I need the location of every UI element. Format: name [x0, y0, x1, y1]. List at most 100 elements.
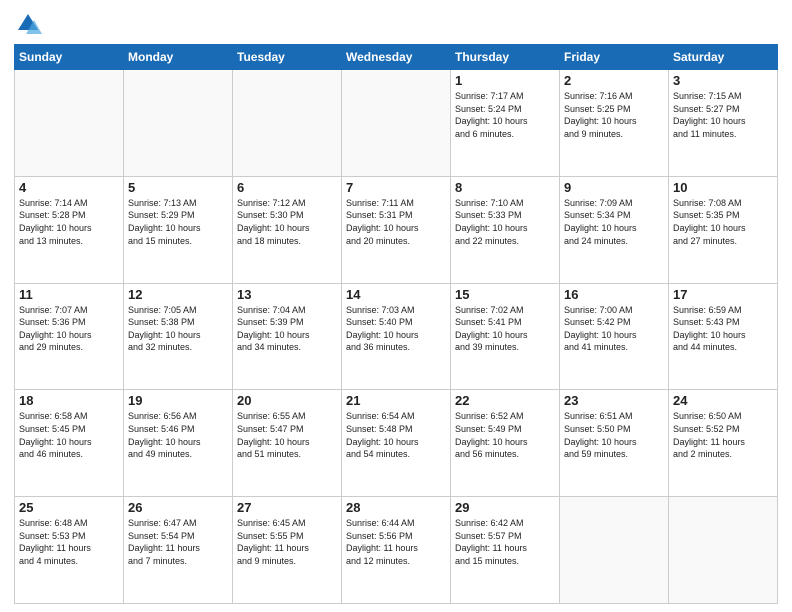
day-info: Sunrise: 7:08 AM Sunset: 5:35 PM Dayligh… [673, 197, 773, 247]
day-info: Sunrise: 7:07 AM Sunset: 5:36 PM Dayligh… [19, 304, 119, 354]
weekday-header-saturday: Saturday [669, 45, 778, 70]
day-info: Sunrise: 6:51 AM Sunset: 5:50 PM Dayligh… [564, 410, 664, 460]
calendar-cell: 16 Sunrise: 7:00 AM Sunset: 5:42 PM Dayli… [560, 283, 669, 390]
calendar-cell: 24 Sunrise: 6:50 AM Sunset: 5:52 PM Dayli… [669, 390, 778, 497]
calendar-cell: 25 Sunrise: 6:48 AM Sunset: 5:53 PM Dayli… [15, 497, 124, 604]
day-number: 16 [564, 287, 664, 302]
calendar-cell: 28 Sunrise: 6:44 AM Sunset: 5:56 PM Dayli… [342, 497, 451, 604]
day-info: Sunrise: 7:03 AM Sunset: 5:40 PM Dayligh… [346, 304, 446, 354]
day-info: Sunrise: 7:05 AM Sunset: 5:38 PM Dayligh… [128, 304, 228, 354]
day-info: Sunrise: 6:52 AM Sunset: 5:49 PM Dayligh… [455, 410, 555, 460]
day-info: Sunrise: 7:00 AM Sunset: 5:42 PM Dayligh… [564, 304, 664, 354]
day-info: Sunrise: 6:54 AM Sunset: 5:48 PM Dayligh… [346, 410, 446, 460]
day-info: Sunrise: 6:55 AM Sunset: 5:47 PM Dayligh… [237, 410, 337, 460]
calendar-cell: 20 Sunrise: 6:55 AM Sunset: 5:47 PM Dayli… [233, 390, 342, 497]
day-number: 2 [564, 73, 664, 88]
day-number: 12 [128, 287, 228, 302]
day-info: Sunrise: 6:45 AM Sunset: 5:55 PM Dayligh… [237, 517, 337, 567]
calendar-cell: 23 Sunrise: 6:51 AM Sunset: 5:50 PM Dayli… [560, 390, 669, 497]
day-number: 20 [237, 393, 337, 408]
weekday-header-friday: Friday [560, 45, 669, 70]
day-number: 18 [19, 393, 119, 408]
calendar-cell: 12 Sunrise: 7:05 AM Sunset: 5:38 PM Dayli… [124, 283, 233, 390]
day-number: 11 [19, 287, 119, 302]
day-info: Sunrise: 6:47 AM Sunset: 5:54 PM Dayligh… [128, 517, 228, 567]
day-number: 10 [673, 180, 773, 195]
day-info: Sunrise: 6:56 AM Sunset: 5:46 PM Dayligh… [128, 410, 228, 460]
calendar-cell: 9Sunrise: 7:09 AM Sunset: 5:34 PM Daylig… [560, 176, 669, 283]
day-number: 27 [237, 500, 337, 515]
day-number: 6 [237, 180, 337, 195]
calendar-cell: 6 Sunrise: 7:12 AM Sunset: 5:30 PM Daylig… [233, 176, 342, 283]
day-number: 13 [237, 287, 337, 302]
calendar-cell: 5 Sunrise: 7:13 AM Sunset: 5:29 PM Daylig… [124, 176, 233, 283]
weekday-header-sunday: Sunday [15, 45, 124, 70]
calendar-cell: 4 Sunrise: 7:14 AM Sunset: 5:28 PM Daylig… [15, 176, 124, 283]
weekday-header-thursday: Thursday [451, 45, 560, 70]
day-info: Sunrise: 7:11 AM Sunset: 5:31 PM Dayligh… [346, 197, 446, 247]
calendar-table: SundayMondayTuesdayWednesdayThursdayFrid… [14, 44, 778, 604]
day-number: 29 [455, 500, 555, 515]
day-number: 4 [19, 180, 119, 195]
calendar-cell: 10 Sunrise: 7:08 AM Sunset: 5:35 PM Dayli… [669, 176, 778, 283]
calendar-cell [560, 497, 669, 604]
calendar-cell: 18 Sunrise: 6:58 AM Sunset: 5:45 PM Dayli… [15, 390, 124, 497]
calendar-cell: 22 Sunrise: 6:52 AM Sunset: 5:49 PM Dayli… [451, 390, 560, 497]
calendar-cell: 1Sunrise: 7:17 AM Sunset: 5:24 PM Daylig… [451, 70, 560, 177]
day-number: 21 [346, 393, 446, 408]
day-number: 19 [128, 393, 228, 408]
day-info: Sunrise: 7:09 AM Sunset: 5:34 PM Dayligh… [564, 197, 664, 247]
calendar-cell: 13 Sunrise: 7:04 AM Sunset: 5:39 PM Dayli… [233, 283, 342, 390]
weekday-header-tuesday: Tuesday [233, 45, 342, 70]
day-number: 8 [455, 180, 555, 195]
day-number: 17 [673, 287, 773, 302]
day-number: 26 [128, 500, 228, 515]
day-number: 22 [455, 393, 555, 408]
day-number: 15 [455, 287, 555, 302]
day-info: Sunrise: 6:59 AM Sunset: 5:43 PM Dayligh… [673, 304, 773, 354]
calendar-cell: 17 Sunrise: 6:59 AM Sunset: 5:43 PM Dayli… [669, 283, 778, 390]
calendar-cell: 15 Sunrise: 7:02 AM Sunset: 5:41 PM Dayli… [451, 283, 560, 390]
logo-icon [14, 10, 42, 38]
day-number: 28 [346, 500, 446, 515]
calendar-cell: 29 Sunrise: 6:42 AM Sunset: 5:57 PM Dayli… [451, 497, 560, 604]
day-info: Sunrise: 7:17 AM Sunset: 5:24 PM Dayligh… [455, 90, 555, 140]
day-info: Sunrise: 7:12 AM Sunset: 5:30 PM Dayligh… [237, 197, 337, 247]
day-number: 23 [564, 393, 664, 408]
calendar-cell: 14 Sunrise: 7:03 AM Sunset: 5:40 PM Dayli… [342, 283, 451, 390]
day-info: Sunrise: 6:58 AM Sunset: 5:45 PM Dayligh… [19, 410, 119, 460]
calendar-cell: 2 Sunrise: 7:16 AM Sunset: 5:25 PM Daylig… [560, 70, 669, 177]
day-info: Sunrise: 6:48 AM Sunset: 5:53 PM Dayligh… [19, 517, 119, 567]
calendar-cell [15, 70, 124, 177]
page-header [14, 10, 778, 38]
calendar-cell: 3 Sunrise: 7:15 AM Sunset: 5:27 PM Daylig… [669, 70, 778, 177]
calendar-cell: 19 Sunrise: 6:56 AM Sunset: 5:46 PM Dayli… [124, 390, 233, 497]
weekday-header-monday: Monday [124, 45, 233, 70]
calendar-cell: 8 Sunrise: 7:10 AM Sunset: 5:33 PM Daylig… [451, 176, 560, 283]
day-number: 5 [128, 180, 228, 195]
day-info: Sunrise: 7:04 AM Sunset: 5:39 PM Dayligh… [237, 304, 337, 354]
day-info: Sunrise: 6:42 AM Sunset: 5:57 PM Dayligh… [455, 517, 555, 567]
day-info: Sunrise: 7:15 AM Sunset: 5:27 PM Dayligh… [673, 90, 773, 140]
day-number: 7 [346, 180, 446, 195]
day-info: Sunrise: 7:10 AM Sunset: 5:33 PM Dayligh… [455, 197, 555, 247]
calendar-cell [342, 70, 451, 177]
logo [14, 10, 46, 38]
weekday-header-wednesday: Wednesday [342, 45, 451, 70]
calendar-cell: 11 Sunrise: 7:07 AM Sunset: 5:36 PM Dayli… [15, 283, 124, 390]
calendar-cell: 26 Sunrise: 6:47 AM Sunset: 5:54 PM Dayli… [124, 497, 233, 604]
day-number: 14 [346, 287, 446, 302]
calendar-cell [669, 497, 778, 604]
day-number: 24 [673, 393, 773, 408]
calendar-cell [233, 70, 342, 177]
day-info: Sunrise: 7:16 AM Sunset: 5:25 PM Dayligh… [564, 90, 664, 140]
day-info: Sunrise: 7:14 AM Sunset: 5:28 PM Dayligh… [19, 197, 119, 247]
calendar-cell: 21 Sunrise: 6:54 AM Sunset: 5:48 PM Dayli… [342, 390, 451, 497]
day-info: Sunrise: 7:13 AM Sunset: 5:29 PM Dayligh… [128, 197, 228, 247]
calendar-cell: 7 Sunrise: 7:11 AM Sunset: 5:31 PM Daylig… [342, 176, 451, 283]
day-info: Sunrise: 6:44 AM Sunset: 5:56 PM Dayligh… [346, 517, 446, 567]
day-number: 3 [673, 73, 773, 88]
day-number: 25 [19, 500, 119, 515]
day-info: Sunrise: 7:02 AM Sunset: 5:41 PM Dayligh… [455, 304, 555, 354]
day-info: Sunrise: 6:50 AM Sunset: 5:52 PM Dayligh… [673, 410, 773, 460]
